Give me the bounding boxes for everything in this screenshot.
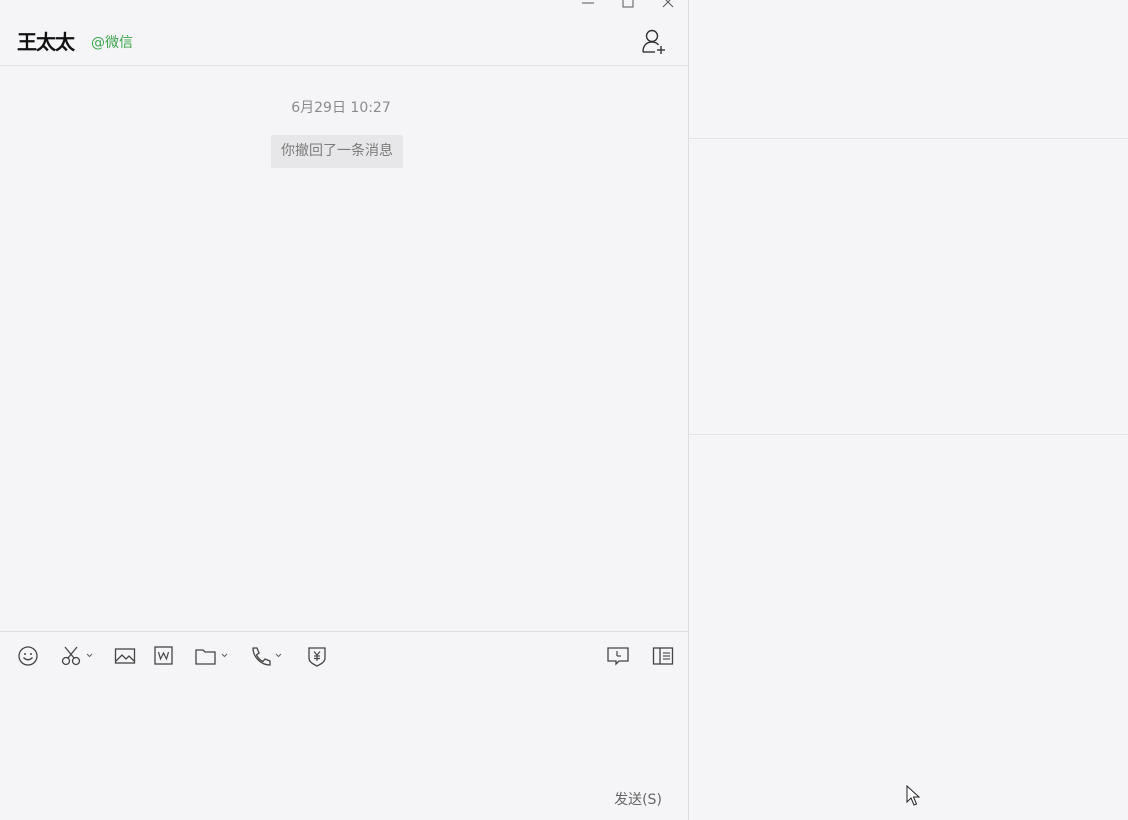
folder-icon[interactable] [194, 644, 234, 668]
input-toolbar [0, 631, 688, 678]
word-document-icon[interactable] [153, 644, 175, 668]
send-button[interactable]: 发送(S) [608, 789, 668, 811]
side-panel-section-top [689, 0, 1128, 139]
red-packet-shield-icon[interactable] [306, 644, 328, 668]
message-input[interactable] [0, 678, 688, 778]
chat-window: 王太太 @微信 6月29日 10:27 你撤回了一条消息 发送(S) [0, 0, 688, 820]
contact-source-tag: @微信 [91, 35, 133, 51]
maximize-icon[interactable] [608, 0, 648, 14]
recall-notice: 你撤回了一条消息 [271, 135, 403, 168]
add-person-icon[interactable] [640, 28, 668, 56]
emoji-icon[interactable] [17, 644, 39, 668]
image-icon[interactable] [114, 644, 136, 668]
phone-call-icon[interactable] [249, 644, 289, 668]
side-panel-section-middle [689, 139, 1128, 435]
close-icon[interactable] [648, 0, 688, 14]
window-controls [568, 0, 688, 14]
screenshot-scissors-icon[interactable] [60, 644, 96, 668]
message-timestamp: 6月29日 10:27 [291, 100, 391, 116]
message-list: 6月29日 10:27 你撤回了一条消息 [0, 66, 688, 632]
side-panel [689, 0, 1128, 820]
contact-name[interactable]: 王太太 [17, 26, 75, 55]
app-root: 王太太 @微信 6月29日 10:27 你撤回了一条消息 发送(S) [0, 0, 1128, 820]
minimize-icon[interactable] [568, 0, 608, 14]
chat-history-icon[interactable] [606, 644, 630, 668]
mouse-cursor-icon [906, 784, 921, 807]
side-panel-icon[interactable] [652, 644, 674, 668]
